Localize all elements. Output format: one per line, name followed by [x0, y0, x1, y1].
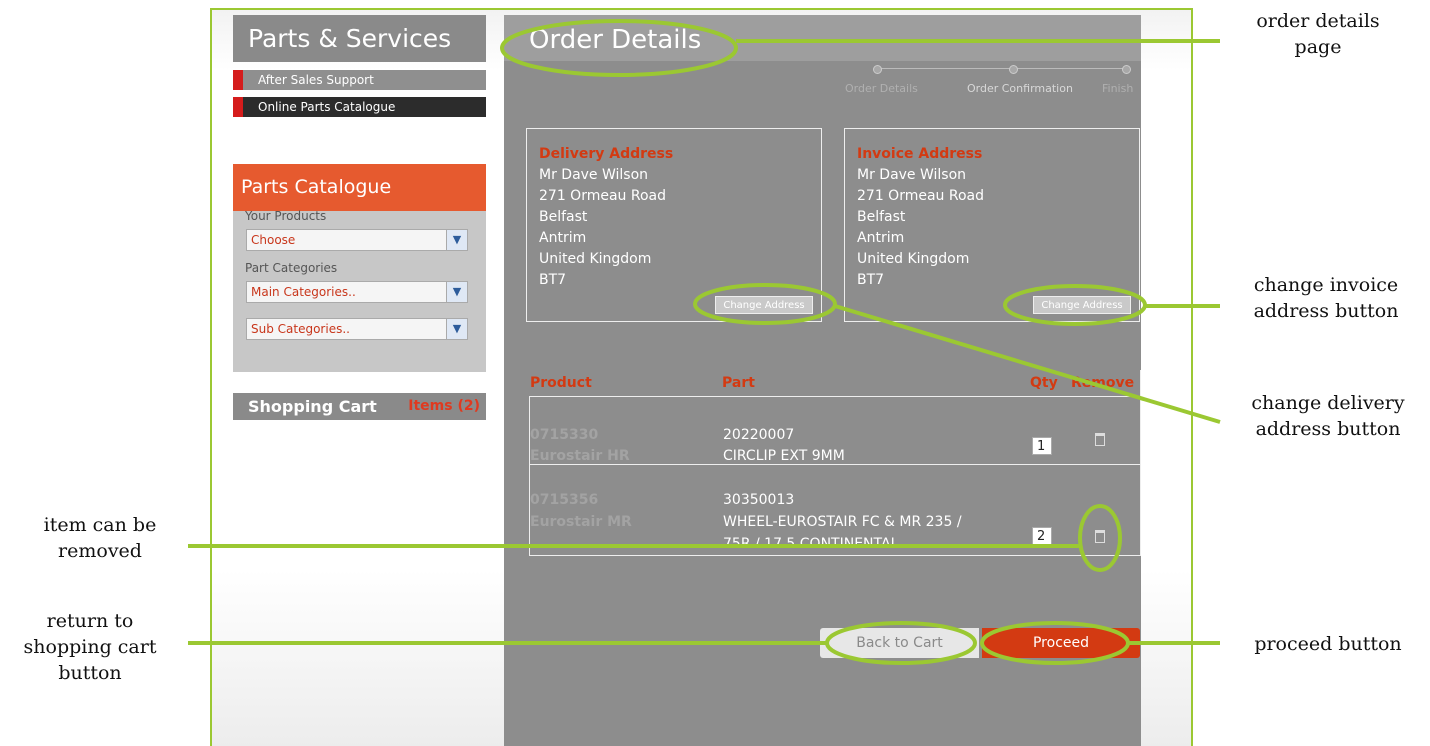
callout-text: page — [1294, 36, 1342, 58]
callout-text: address button — [1255, 418, 1401, 440]
callout-text: return to — [46, 610, 134, 632]
annotation-overlay — [188, 19, 1221, 665]
callout-ellipse — [825, 621, 977, 665]
callout-text: removed — [58, 540, 142, 562]
callout-text: order details — [1256, 10, 1380, 32]
callout-text: shopping cart — [23, 636, 157, 658]
callout-change-delivery: change delivery address button — [1236, 390, 1420, 442]
callout-item-removed: item can be removed — [20, 512, 180, 564]
callout-ellipse — [1078, 504, 1122, 572]
callout-return-cart: return to shopping cart button — [4, 608, 176, 686]
callout-text: item can be — [43, 514, 157, 536]
callout-text: proceed button — [1254, 633, 1402, 655]
callout-ellipse — [500, 19, 738, 77]
callout-proceed: proceed button — [1238, 631, 1418, 657]
callout-order-details: order details page — [1238, 8, 1398, 60]
callout-ellipse — [1003, 284, 1147, 326]
callout-ellipse — [980, 621, 1130, 665]
callout-change-invoice: change invoice address button — [1236, 272, 1416, 324]
callout-text: change delivery — [1251, 392, 1405, 414]
callout-text: button — [58, 662, 122, 684]
callout-text: change invoice — [1253, 274, 1399, 296]
callout-text: address button — [1253, 300, 1399, 322]
callout-line — [834, 304, 1221, 424]
callout-ellipse — [693, 283, 837, 325]
